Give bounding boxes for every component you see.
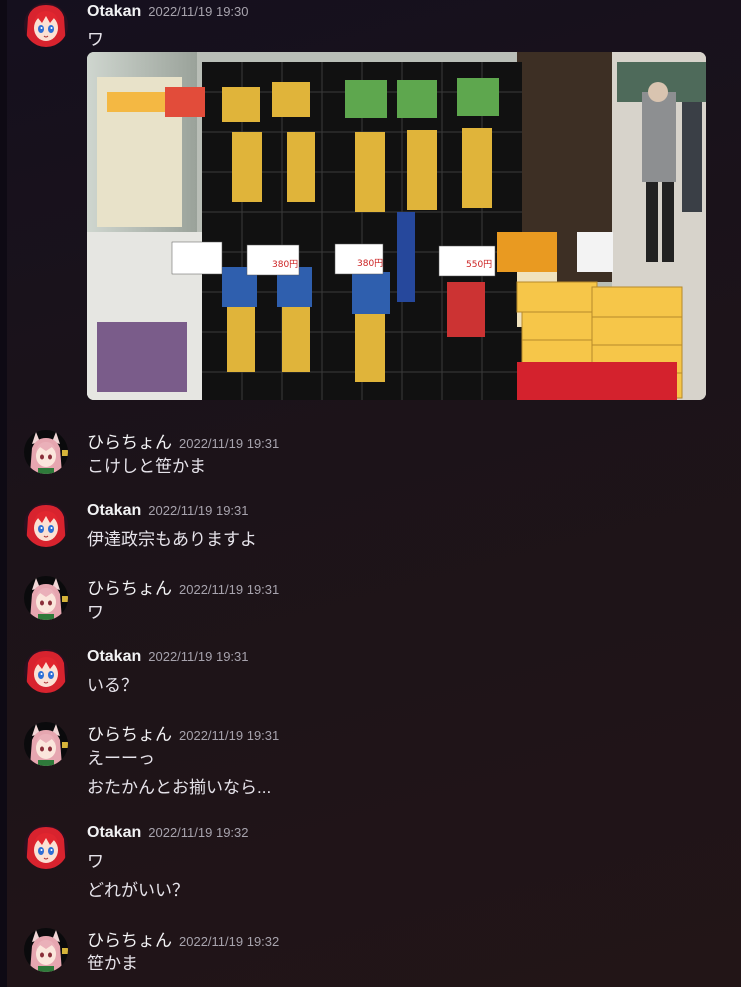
left-edge-stripe [0, 0, 7, 987]
avatar-red-hair-girl-icon [24, 503, 68, 547]
username[interactable]: ひらちょん [87, 725, 172, 744]
avatar-pink-hair-girl-icon [24, 928, 68, 972]
timestamp: 2022/11/19 19:31 [148, 503, 249, 518]
avatar-otakan[interactable] [24, 3, 68, 47]
message-header: Otakan 2022/11/19 19:31 [87, 648, 249, 668]
avatar-otakan[interactable] [24, 649, 68, 693]
username[interactable]: ひらちょん [87, 931, 172, 950]
message-header: ひらちょん 2022/11/19 19:31 [87, 428, 280, 452]
timestamp: 2022/11/19 19:31 [148, 649, 249, 664]
timestamp: 2022/11/19 19:32 [179, 934, 280, 949]
avatar-otakan[interactable] [24, 825, 68, 869]
avatar-hirachon[interactable] [24, 722, 68, 766]
price-sign-text: 380円 [357, 258, 383, 269]
timestamp: 2022/11/19 19:31 [179, 728, 280, 743]
avatar-otakan[interactable] [24, 503, 68, 547]
avatar-hirachon[interactable] [24, 576, 68, 620]
avatar-pink-hair-girl-icon [24, 722, 68, 766]
timestamp: 2022/11/19 19:32 [148, 825, 249, 840]
avatar-hirachon[interactable] [24, 430, 68, 474]
avatar-red-hair-girl-icon [24, 3, 68, 47]
timestamp: 2022/11/19 19:31 [179, 582, 280, 597]
message-header: Otakan 2022/11/19 19:30 [87, 3, 249, 23]
message-text: いる？ [87, 676, 138, 695]
username[interactable]: Otakan [87, 648, 141, 665]
message-text: えーーっ [87, 749, 155, 768]
avatar-pink-hair-girl-icon [24, 576, 68, 620]
message-text: ワ [87, 852, 104, 871]
avatar-hirachon[interactable] [24, 928, 68, 972]
message-text: ワ [87, 603, 104, 622]
message-text: おたかんとお揃いなら... [87, 778, 272, 797]
timestamp: 2022/11/19 19:31 [179, 436, 280, 451]
username[interactable]: ひらちょん [87, 579, 172, 598]
avatar-red-hair-girl-icon [24, 649, 68, 693]
price-sign-text: 550円 [466, 259, 492, 270]
store-display-photo: 380円 380円 550円 [87, 52, 706, 400]
message-text: こけしと笹かま [87, 457, 206, 476]
username[interactable]: ひらちょん [87, 433, 172, 452]
message-header: Otakan 2022/11/19 19:32 [87, 824, 249, 844]
message-header: Otakan 2022/11/19 19:31 [87, 502, 249, 522]
message-header: ひらちょん 2022/11/19 19:31 [87, 720, 280, 744]
message-header: ひらちょん 2022/11/19 19:31 [87, 574, 280, 598]
message-header: ひらちょん 2022/11/19 19:32 [87, 926, 280, 950]
avatar-red-hair-girl-icon [24, 825, 68, 869]
username[interactable]: Otakan [87, 824, 141, 841]
message-text: ワ [87, 30, 104, 49]
username[interactable]: Otakan [87, 3, 141, 20]
timestamp: 2022/11/19 19:30 [148, 4, 249, 19]
avatar-pink-hair-girl-icon [24, 430, 68, 474]
username[interactable]: Otakan [87, 502, 141, 519]
message-text: 笹かま [87, 954, 138, 973]
image-attachment[interactable]: 380円 380円 550円 [87, 52, 706, 400]
message-text: どれがいい？ [87, 881, 189, 900]
message-text: 伊達政宗もありますよ [87, 530, 257, 549]
price-sign-text: 380円 [272, 259, 298, 270]
